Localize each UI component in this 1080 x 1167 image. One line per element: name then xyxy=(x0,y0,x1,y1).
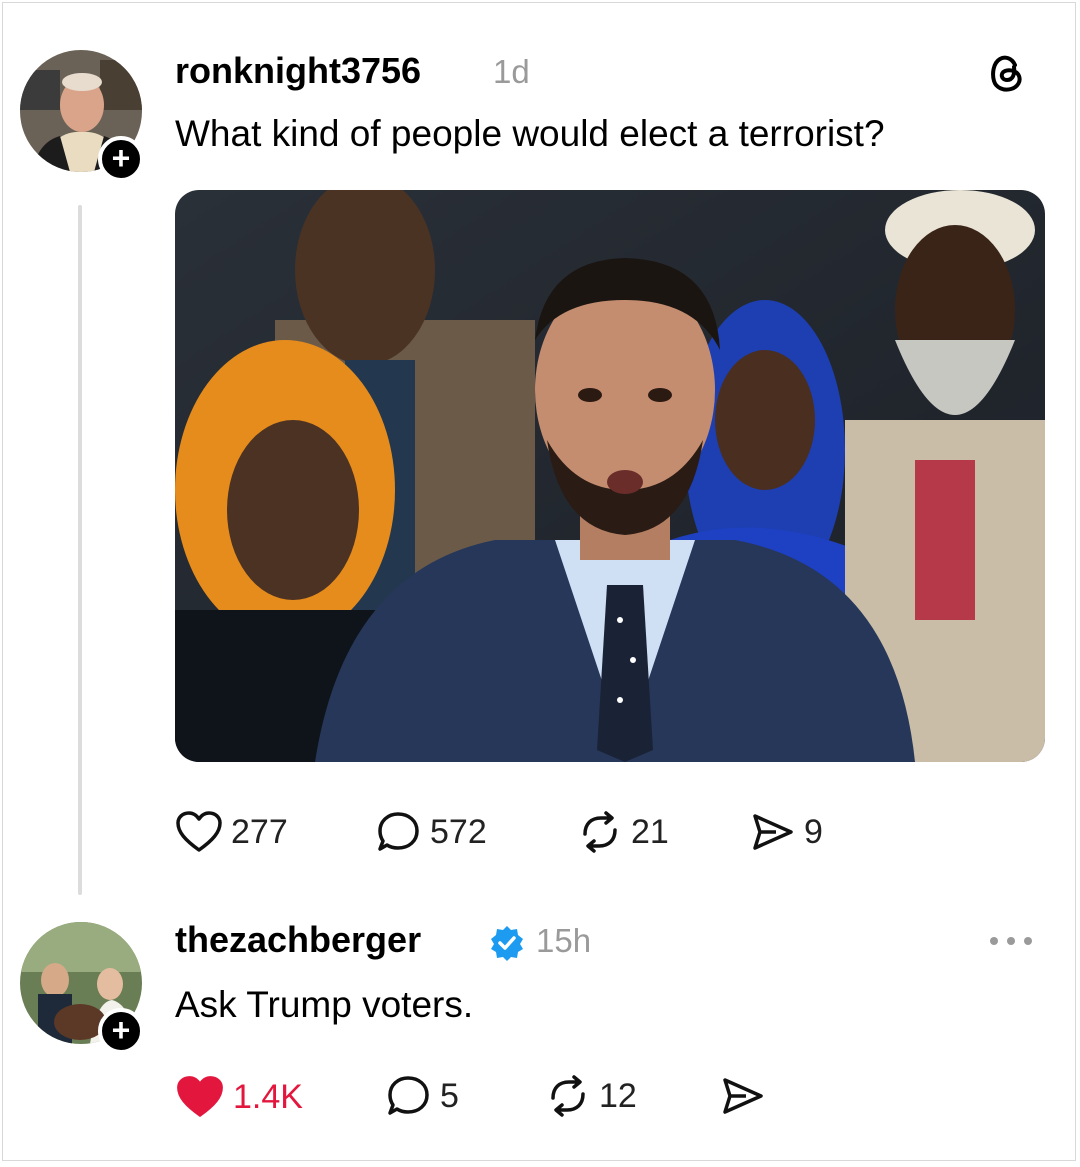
post-reply-count: 572 xyxy=(430,812,487,851)
repost-icon xyxy=(583,811,617,853)
reply-reply-button[interactable]: 5 xyxy=(386,1074,459,1118)
reply-text: Ask Trump voters. xyxy=(175,984,474,1025)
share-icon xyxy=(753,814,793,850)
post-share-count: 9 xyxy=(804,812,823,851)
comment-icon xyxy=(388,1076,429,1115)
reply-like-count: 1.4K xyxy=(233,1077,303,1116)
follow-plus-icon[interactable]: + xyxy=(98,1008,144,1054)
reply-time: 15h xyxy=(536,922,592,959)
reply-repost-button[interactable]: 12 xyxy=(545,1074,637,1118)
post-image[interactable] xyxy=(175,190,1045,762)
post-share-button[interactable]: 9 xyxy=(750,810,823,854)
reply-like-button[interactable]: 1.4K xyxy=(175,1074,303,1120)
post-username[interactable]: ronknight3756 xyxy=(175,50,421,92)
comment-icon xyxy=(378,812,419,851)
post-time: 1d xyxy=(493,53,530,90)
reply-reply-count: 5 xyxy=(440,1076,459,1115)
post-like-button[interactable]: 277 xyxy=(175,810,288,854)
verified-badge-icon xyxy=(488,924,526,967)
threads-logo-icon[interactable] xyxy=(985,50,1029,99)
share-icon xyxy=(723,1078,763,1114)
heart-icon xyxy=(176,811,222,852)
post-repost-count: 21 xyxy=(631,812,669,851)
reply-repost-count: 12 xyxy=(599,1076,637,1115)
repost-icon xyxy=(551,1075,585,1117)
post-repost-button[interactable]: 21 xyxy=(577,810,669,854)
follow-plus-icon[interactable]: + xyxy=(98,136,144,182)
reply-username[interactable]: thezachberger xyxy=(175,919,421,961)
more-icon[interactable] xyxy=(988,934,1034,952)
post-text: What kind of people would elect a terror… xyxy=(175,113,885,154)
thread-connector xyxy=(78,205,82,895)
heart-icon xyxy=(177,1076,223,1117)
post-reply-button[interactable]: 572 xyxy=(376,810,487,854)
reply-share-button[interactable] xyxy=(720,1074,766,1118)
post-like-count: 277 xyxy=(231,812,288,851)
